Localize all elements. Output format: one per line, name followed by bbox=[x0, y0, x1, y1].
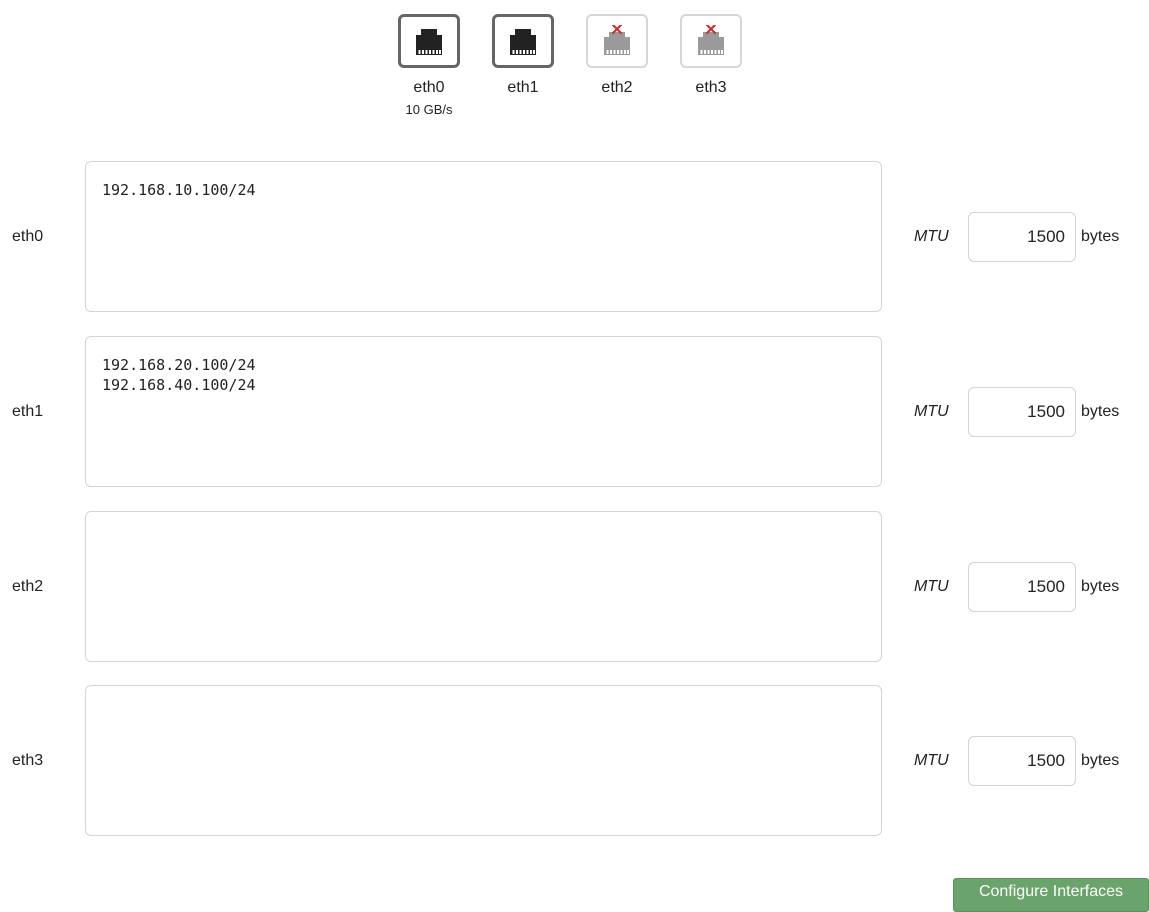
port-name: eth2 bbox=[601, 79, 633, 96]
port-speed: 10 GB/s bbox=[405, 102, 453, 117]
mtu-unit-label: bytes bbox=[1081, 578, 1120, 595]
port-eth1[interactable]: eth1 bbox=[490, 14, 556, 118]
configure-interfaces-button[interactable]: Configure Interfaces bbox=[953, 878, 1149, 912]
port-name: eth0 bbox=[413, 79, 445, 96]
interface-row-eth1: eth1 192.168.20.100/24 192.168.40.100/24… bbox=[0, 336, 1149, 487]
ip-addresses-textarea[interactable]: 192.168.10.100/24 bbox=[85, 161, 882, 312]
port-name: eth3 bbox=[695, 79, 727, 96]
mtu-unit-label: bytes bbox=[1081, 752, 1120, 769]
mtu-label: MTU bbox=[914, 228, 949, 245]
ip-addresses-textarea[interactable] bbox=[85, 511, 882, 662]
port-eth3-box[interactable] bbox=[680, 14, 742, 68]
mtu-input[interactable] bbox=[968, 212, 1076, 262]
interface-row-eth2: eth2 MTU bytes bbox=[0, 511, 1149, 662]
port-eth2-box[interactable] bbox=[586, 14, 648, 68]
interface-label: eth1 bbox=[12, 403, 44, 420]
port-speed bbox=[678, 102, 744, 118]
port-speed bbox=[584, 102, 650, 118]
mtu-unit-label: bytes bbox=[1081, 228, 1120, 245]
port-eth1-box[interactable] bbox=[492, 14, 554, 68]
interface-row-eth3: eth3 MTU bytes bbox=[0, 685, 1149, 836]
port-eth3[interactable]: eth3 bbox=[678, 14, 744, 118]
mtu-label: MTU bbox=[914, 578, 949, 595]
interface-label: eth0 bbox=[12, 228, 44, 245]
port-eth0[interactable]: eth0 10 GB/s bbox=[396, 14, 462, 118]
ip-addresses-textarea[interactable] bbox=[85, 685, 882, 836]
port-speed bbox=[490, 102, 556, 118]
mtu-unit-label: bytes bbox=[1081, 403, 1120, 420]
interface-label: eth3 bbox=[12, 752, 44, 769]
ip-addresses-textarea[interactable]: 192.168.20.100/24 192.168.40.100/24 bbox=[85, 336, 882, 487]
mtu-label: MTU bbox=[914, 403, 949, 420]
interface-label: eth2 bbox=[12, 578, 44, 595]
mtu-input[interactable] bbox=[968, 387, 1076, 437]
port-eth0-box[interactable] bbox=[398, 14, 460, 68]
mtu-input[interactable] bbox=[968, 736, 1076, 786]
mtu-label: MTU bbox=[914, 752, 949, 769]
interface-row-eth0: eth0 192.168.10.100/24 MTU bytes bbox=[0, 161, 1149, 312]
port-name: eth1 bbox=[507, 79, 539, 96]
mtu-input[interactable] bbox=[968, 562, 1076, 612]
port-status-strip: eth0 10 GB/s eth1 eth2 eth3 bbox=[396, 14, 756, 134]
port-eth2[interactable]: eth2 bbox=[584, 14, 650, 118]
